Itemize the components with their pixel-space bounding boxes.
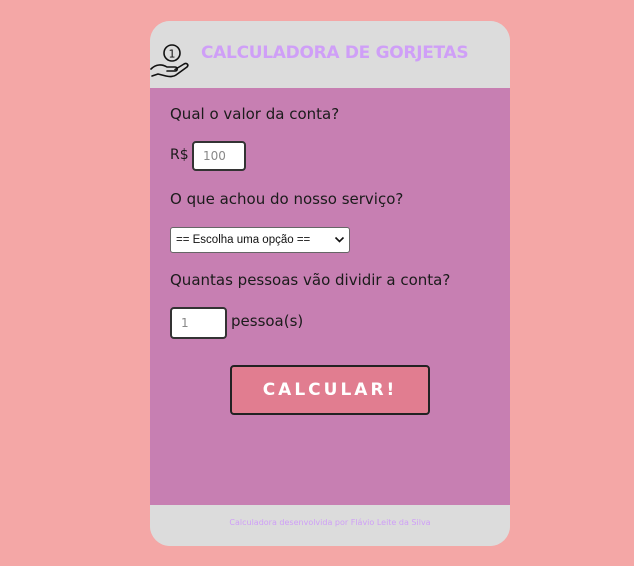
service-select-value: == Escolha uma opção == [176,234,311,246]
currency-label: R$ [170,147,189,163]
page-title: CALCULADORA DE GORJETAS [201,43,469,63]
form-panel: Qual o valor da conta? R$ 100 O que acho… [150,88,510,505]
people-question-label: Quantas pessoas vão dividir a conta? [170,271,451,289]
service-question-label: O que achou do nosso serviço? [170,190,404,208]
people-count-input[interactable]: 1 [170,307,227,339]
footer: Calculadora desenvolvida por Flávio Leit… [150,505,510,546]
footer-credit: Calculadora desenvolvida por Flávio Leit… [229,518,431,527]
people-unit-label: pessoa(s) [231,312,304,330]
hand-coin-icon: 1 [150,44,189,78]
header: 1 CALCULADORA DE GORJETAS [150,21,510,88]
service-select[interactable]: == Escolha uma opção == [170,227,350,253]
calculate-button[interactable]: CALCULAR! [230,365,430,415]
chevron-down-icon [334,228,345,261]
bill-amount-input[interactable]: 100 [192,141,246,171]
calculator-card: 1 CALCULADORA DE GORJETAS Qual o valor d… [150,21,510,546]
bill-question-label: Qual o valor da conta? [170,105,340,123]
svg-text:1: 1 [169,48,176,61]
